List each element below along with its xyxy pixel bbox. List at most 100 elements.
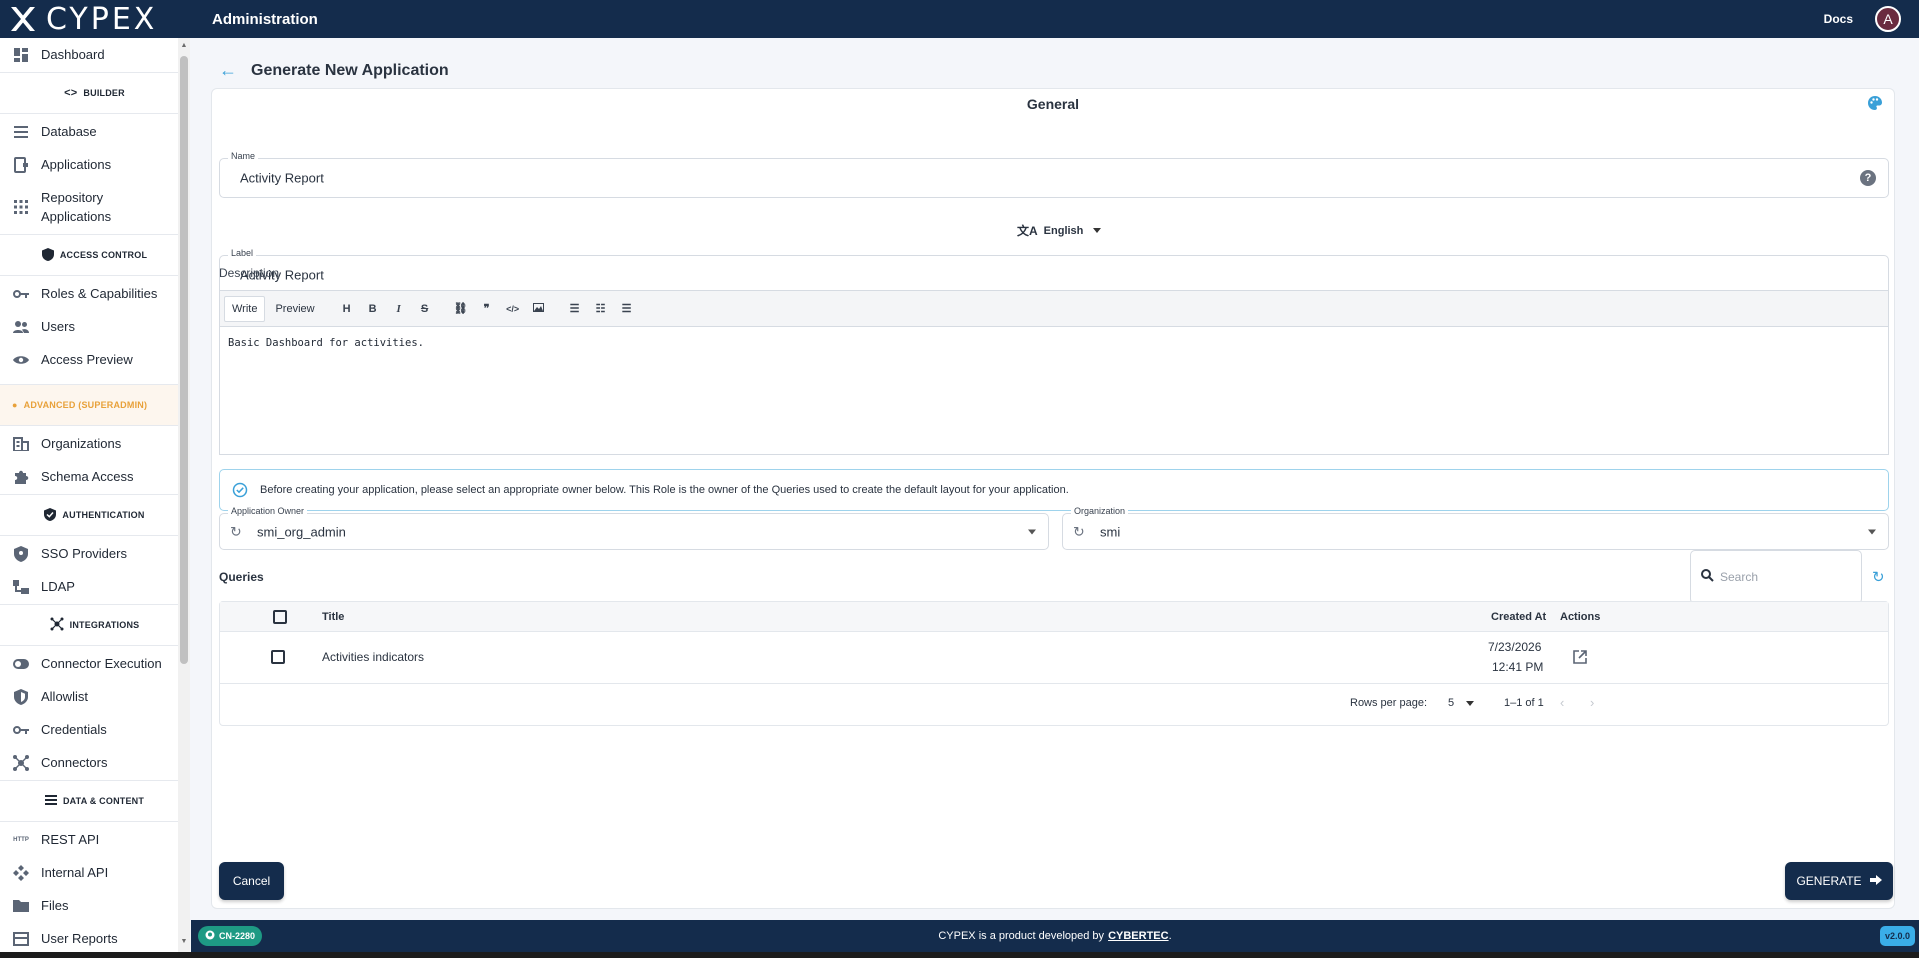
folder-icon	[12, 897, 30, 915]
language-selector[interactable]: 文A English	[1017, 222, 1102, 239]
page-title: Generate New Application	[251, 61, 449, 79]
docs-link[interactable]: Docs	[1824, 12, 1853, 26]
code-icon[interactable]: </>	[501, 304, 525, 314]
sidebar-item-roles-capabilities[interactable]: Roles & Capabilities	[0, 277, 189, 310]
caret-down-icon	[1466, 700, 1475, 706]
sidebar-item-ldap[interactable]: LDAP	[0, 570, 189, 603]
refresh-icon[interactable]: ↻	[1073, 523, 1085, 540]
link-icon[interactable]: ⛓	[449, 302, 473, 315]
sidebar-item-label: REST API	[41, 832, 100, 847]
hub-icon	[50, 617, 64, 633]
sidebar-item-dashboard[interactable]: Dashboard	[0, 38, 189, 71]
queries-title: Queries	[219, 570, 264, 584]
sidebar-item-label: Files	[41, 898, 69, 913]
palette-icon[interactable]	[1868, 96, 1882, 113]
cypex-logo[interactable]: CYPEX	[0, 0, 192, 38]
column-title[interactable]: Title	[322, 611, 344, 623]
key-icon	[12, 285, 30, 303]
top-bar: CYPEX Administration Docs A	[0, 0, 1919, 38]
section-builder: <> BUILDER	[0, 72, 189, 114]
arrow-back-icon[interactable]: ←	[219, 60, 237, 81]
page-header: ← Generate New Application	[219, 60, 449, 81]
select-all-checkbox[interactable]	[273, 610, 287, 624]
sidebar-item-rest-api[interactable]: HTTP REST API	[0, 823, 189, 856]
sidebar-item-database[interactable]: Database	[0, 115, 189, 148]
italic-button[interactable]: I	[387, 303, 411, 315]
sidebar-scroll-thumb[interactable]	[180, 56, 188, 664]
shield-check-icon	[44, 507, 57, 523]
footer: CN-2280 CYPEX is a product developed by …	[191, 920, 1919, 952]
sidebar-item-sso-providers[interactable]: SSO Providers	[0, 537, 189, 570]
sidebar-item-schema-access[interactable]: Schema Access	[0, 460, 189, 493]
sidebar-item-files[interactable]: Files	[0, 889, 189, 922]
markdown-editor[interactable]: Write Preview H B I S ⛓ ❞ </> ☰ ☷ ☰ Basi…	[219, 290, 1889, 455]
sidebar-item-label: Database	[41, 124, 97, 139]
sidebar-item-label: Users	[41, 319, 75, 334]
column-created-at[interactable]: Created At	[1491, 611, 1546, 623]
write-tab[interactable]: Write	[224, 295, 266, 322]
section-authentication: AUTHENTICATION	[0, 494, 189, 536]
bold-button[interactable]: B	[361, 303, 385, 315]
organization-select[interactable]: Organization ↻ smi	[1062, 506, 1889, 550]
rows-per-page-value: 5	[1448, 697, 1455, 709]
quote-icon[interactable]: ❞	[475, 302, 499, 315]
description-textarea[interactable]: Basic Dashboard for activities.	[220, 327, 1888, 359]
user-avatar[interactable]: A	[1875, 6, 1901, 32]
sidebar-item-credentials[interactable]: Credentials	[0, 713, 189, 746]
sidebar-item-internal-api[interactable]: Internal API	[0, 856, 189, 889]
company-link[interactable]: CYBERTEC	[1108, 930, 1169, 942]
application-owner-select[interactable]: Application Owner ↻ smi_org_admin	[219, 506, 1049, 550]
caret-down-icon[interactable]	[1028, 529, 1036, 534]
name-input[interactable]: Activity Report	[240, 171, 324, 186]
list-icon	[44, 795, 57, 807]
sidebar-item-allowlist[interactable]: Allowlist	[0, 680, 189, 713]
sidebar-item-label: Credentials	[41, 722, 107, 737]
sidebar-item-user-reports[interactable]: User Reports	[0, 922, 189, 955]
table-row[interactable]: Activities indicators 7/23/2026 12:41 PM	[220, 632, 1888, 684]
chevron-left-icon[interactable]: ‹	[1560, 695, 1564, 710]
sidebar-item-connector-execution[interactable]: Connector Execution	[0, 647, 189, 680]
rows-per-page-select[interactable]: 5	[1448, 697, 1475, 709]
bullet-list-icon[interactable]: ☰	[563, 302, 587, 315]
row-checkbox[interactable]	[271, 650, 285, 664]
sidebar-item-access-preview[interactable]: Access Preview	[0, 343, 189, 376]
scroll-up-icon[interactable]: ▲	[179, 42, 189, 52]
open-in-new-icon[interactable]	[1572, 649, 1588, 668]
section-label: ADVANCED (SUPERADMIN)	[23, 400, 148, 410]
queries-search-input[interactable]: Search	[1690, 550, 1862, 604]
refresh-icon[interactable]: ↻	[230, 523, 242, 540]
branch-chip[interactable]: CN-2280	[198, 926, 263, 946]
generate-button[interactable]: GENERATE	[1785, 862, 1893, 900]
pagination-range: 1–1 of 1	[1504, 697, 1544, 709]
image-icon[interactable]	[527, 302, 551, 315]
scroll-down-icon[interactable]: ▼	[179, 938, 189, 948]
section-label: DATA & CONTENT	[62, 796, 145, 806]
strikethrough-button[interactable]: S	[413, 303, 437, 315]
dashboard-icon	[12, 46, 30, 64]
section-title: General	[1026, 96, 1080, 112]
preview-tab[interactable]: Preview	[267, 296, 322, 322]
numbered-list-icon[interactable]: ☷	[589, 302, 613, 315]
heading-button[interactable]: H	[335, 303, 359, 315]
cancel-button[interactable]: Cancel	[219, 862, 284, 900]
sidebar-item-label: Dashboard	[41, 47, 105, 62]
sidebar-item-connectors[interactable]: Connectors	[0, 746, 189, 779]
generate-label: GENERATE	[1796, 874, 1862, 888]
chevron-right-icon[interactable]: ›	[1590, 695, 1594, 710]
hub-icon	[12, 754, 30, 772]
task-list-icon[interactable]: ☰	[615, 302, 639, 315]
caret-down-icon[interactable]	[1868, 529, 1876, 534]
sidebar-item-organizations[interactable]: Organizations	[0, 427, 189, 460]
logo-text: CYPEX	[46, 1, 158, 37]
sidebar-item-repository-applications[interactable]: Repository Applications	[0, 181, 189, 233]
sidebar-item-applications[interactable]: Applications	[0, 148, 189, 181]
name-field[interactable]: Name Activity Report ?	[219, 151, 1889, 198]
refresh-icon[interactable]: ↻	[1872, 568, 1885, 586]
users-icon	[12, 318, 30, 336]
owner-field-label: Application Owner	[228, 506, 308, 516]
label-field[interactable]: Label Activity Report	[219, 248, 1889, 295]
sidebar-item-label: LDAP	[41, 579, 75, 594]
check-circle-icon	[232, 482, 248, 498]
help-icon[interactable]: ?	[1860, 170, 1876, 186]
sidebar-item-users[interactable]: Users	[0, 310, 189, 343]
